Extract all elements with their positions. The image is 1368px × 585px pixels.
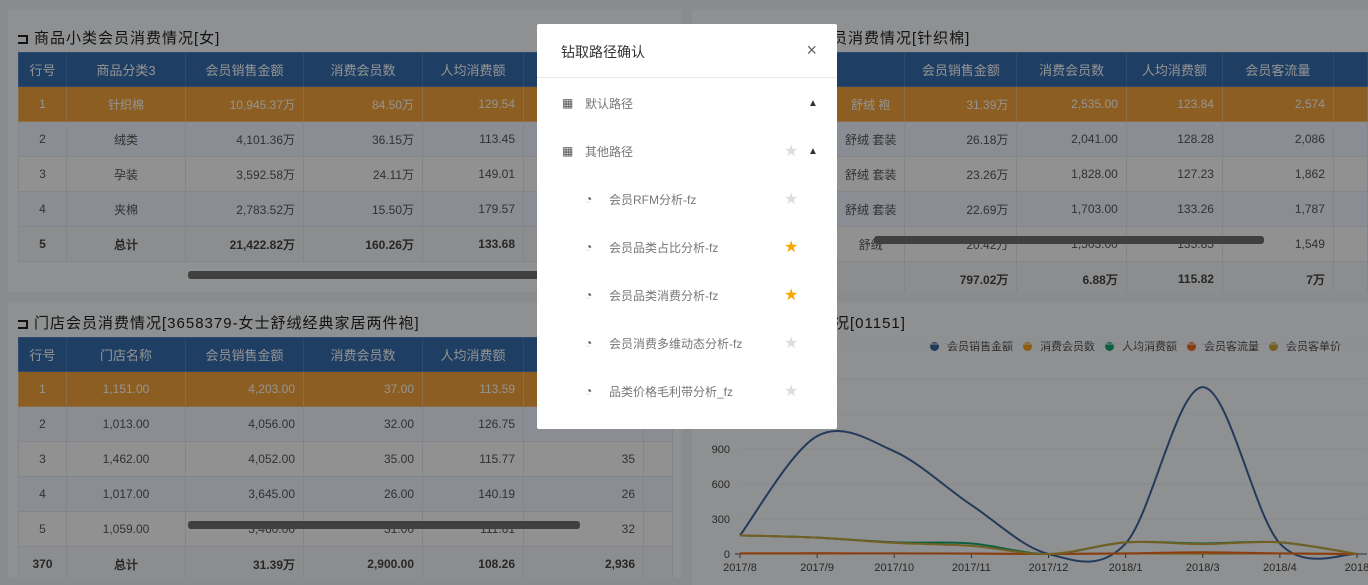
group-other-path[interactable]: ▦ 其他路径 ★ ▲ (537, 136, 837, 166)
pie-chart-icon: ◔ (585, 336, 593, 350)
pie-chart-icon: ◔ (585, 288, 593, 302)
drill-path-item[interactable]: ◔ 会员品类占比分析-fz ★ (537, 232, 837, 262)
star-icon[interactable]: ★ (784, 333, 798, 353)
group-default-path[interactable]: ▦ 默认路径 ▲ (537, 88, 837, 118)
drill-path-item[interactable]: ◔ 会员RFM分析-fz ★ (537, 184, 837, 214)
grid-icon: ▦ (562, 144, 574, 158)
drill-path-label: 品类价格毛利带分析_fz (609, 384, 734, 399)
group-label: 默认路径 (585, 96, 634, 111)
drill-path-label: 会员消费多维动态分析-fz (609, 336, 743, 351)
pie-chart-icon: ◔ (585, 384, 593, 398)
chevron-up-icon[interactable]: ▲ (808, 146, 818, 157)
pie-chart-icon: ◔ (585, 192, 593, 206)
star-icon[interactable]: ★ (784, 285, 798, 305)
drill-path-dialog: 钻取路径确认 × ▦ 默认路径 ▲ ▦ 其他路径 ★ ▲ ◔ 会员RFM分析-fz… (537, 24, 837, 429)
dialog-header: 钻取路径确认 × (537, 24, 837, 78)
drill-path-item[interactable]: ◔ 会员消费多维动态分析-fz ★ (537, 328, 837, 358)
group-label: 其他路径 (585, 144, 634, 159)
grid-icon: ▦ (562, 96, 574, 110)
star-icon[interactable]: ★ (784, 237, 798, 257)
close-icon[interactable]: × (806, 40, 817, 61)
drill-path-label: 会员品类消费分析-fz (609, 288, 719, 303)
drill-path-item[interactable]: ◔ 品类价格毛利带分析_fz ★ (537, 376, 837, 406)
drill-path-item[interactable]: ◔ 会员品类消费分析-fz ★ (537, 280, 837, 310)
star-icon[interactable]: ★ (784, 381, 798, 401)
star-icon[interactable]: ★ (784, 141, 798, 161)
drill-path-label: 会员RFM分析-fz (609, 192, 697, 207)
chevron-up-icon[interactable]: ▲ (808, 98, 818, 109)
pie-chart-icon: ◔ (585, 240, 593, 254)
drill-path-label: 会员品类占比分析-fz (609, 240, 719, 255)
dialog-title: 钻取路径确认 (561, 44, 645, 60)
star-icon[interactable]: ★ (784, 189, 798, 209)
